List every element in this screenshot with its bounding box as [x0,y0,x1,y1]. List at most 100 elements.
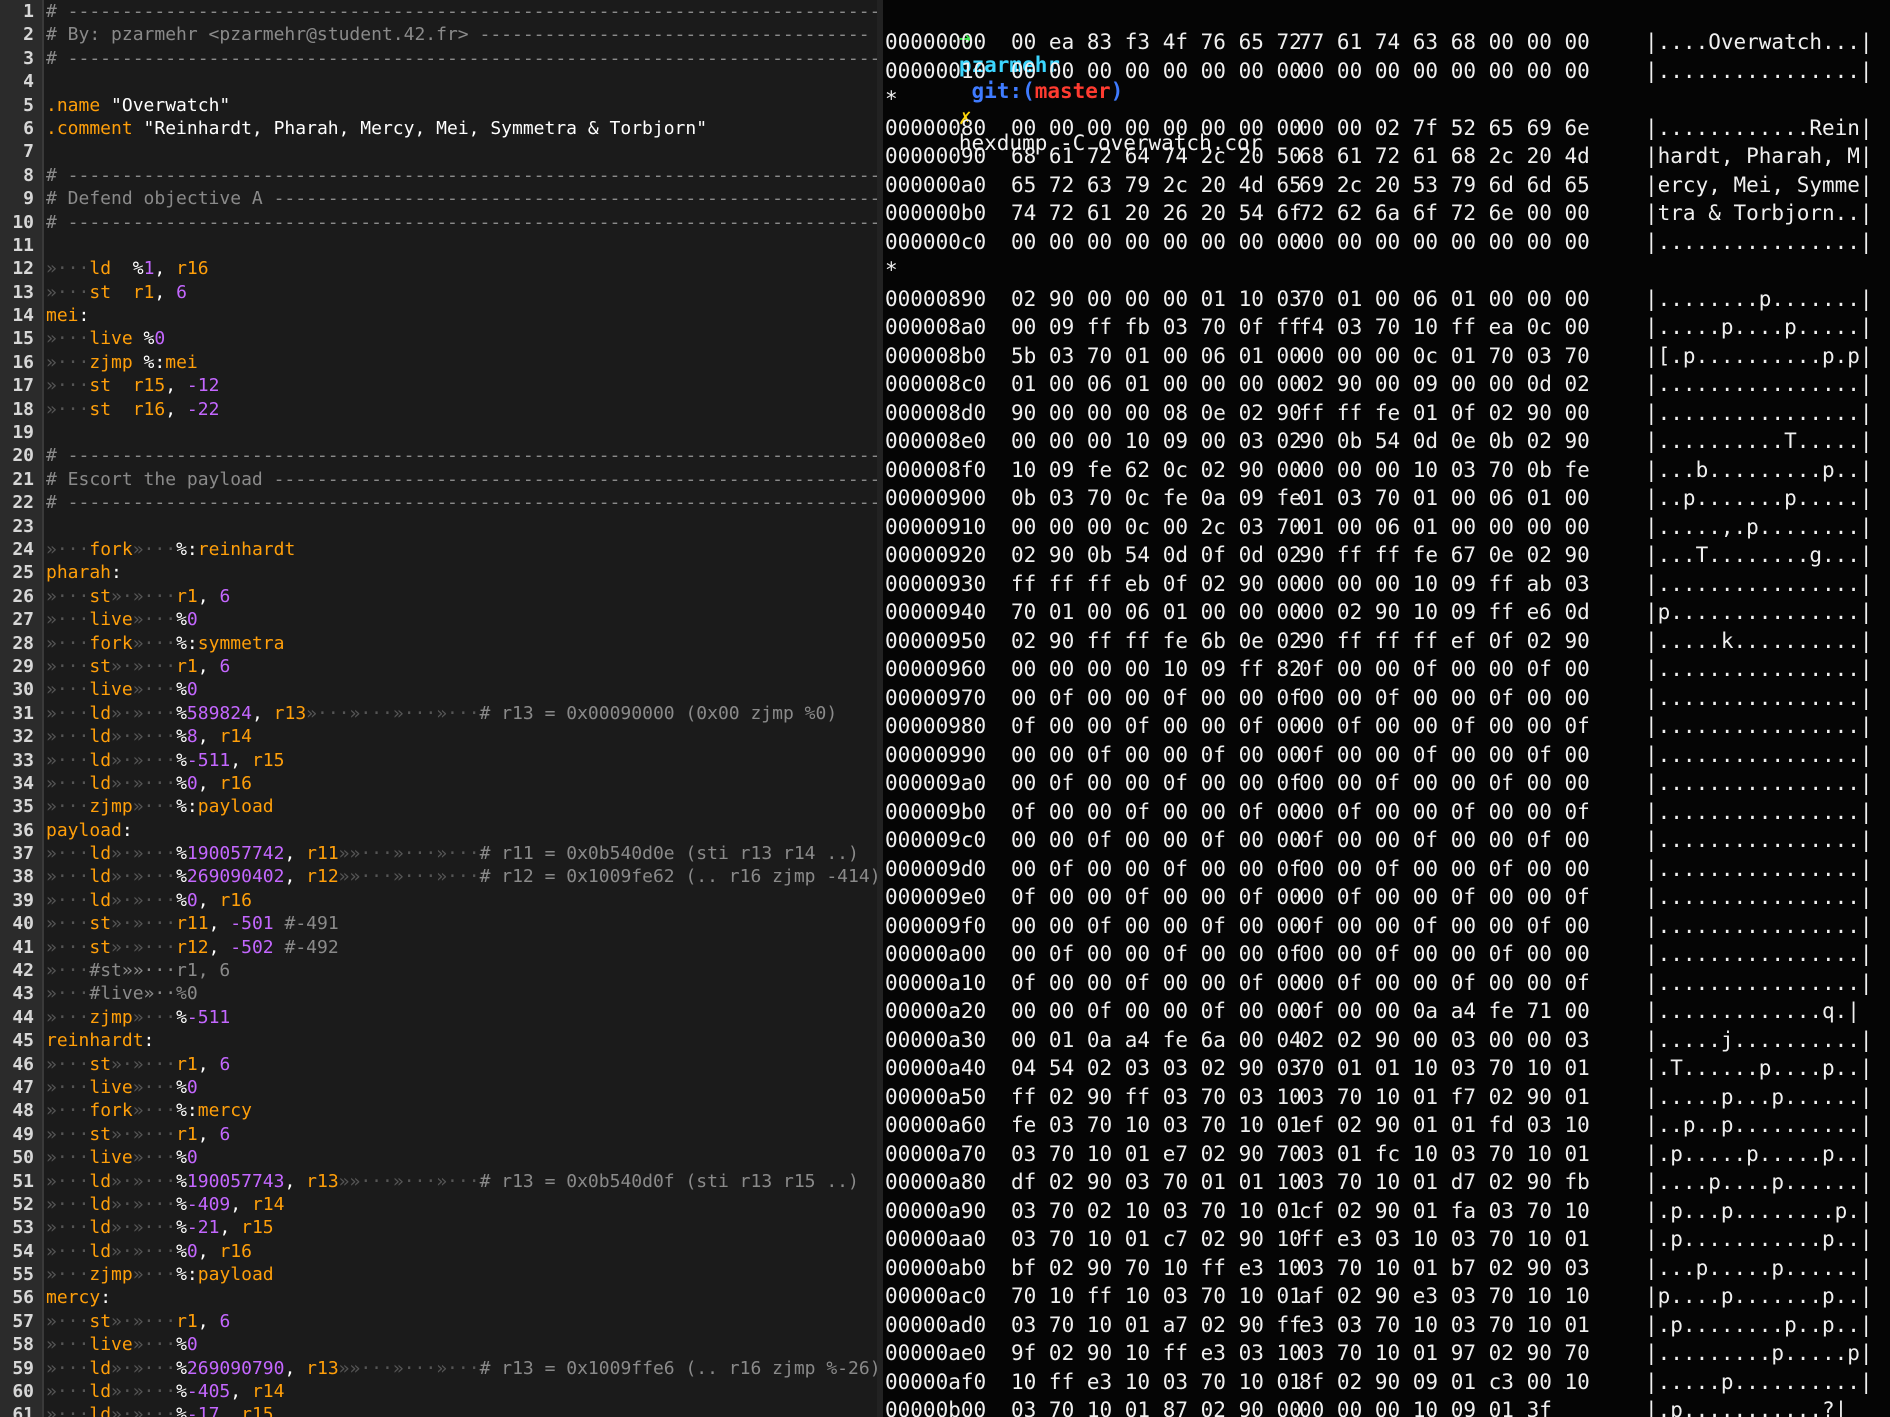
code-token: »··· [46,375,90,397]
terminal-pane[interactable]: ➜ pzarmehr git:(master) ✗ hexdump -C ove… [883,0,1890,1417]
editor-line[interactable]: 25 pharah: [0,561,877,584]
hex-bytes-1: 65 72 63 79 2c 20 4d 65 [1011,172,1302,197]
hexdump-row: 00000080 00 00 00 00 00 00 00 00 00 00 02 … [883,114,1890,143]
code-token: #live»··%0 [89,983,198,1005]
editor-line[interactable]: 1 # -------------------------------------… [0,0,877,23]
code-token: % [176,1076,187,1098]
editor-line[interactable]: 3 # -------------------------------------… [0,47,877,70]
code-token: st [89,655,112,677]
editor-line[interactable]: 43 »···#live»··%0 [0,982,877,1005]
editor-line[interactable]: 8 # -------------------------------------… [0,164,877,187]
hex-bytes-2: 70 01 01 10 03 70 10 01 [1299,1056,1590,1080]
line-number: 49 [12,1123,34,1145]
editor-line[interactable]: 58 »···live»···%0 [0,1333,877,1356]
editor-line[interactable]: 7 [0,140,877,163]
editor-line[interactable]: 39 »···ld»·»···%0, r16 [0,889,877,912]
editor-line[interactable]: 17 »···st r15, -12 [0,374,877,397]
code-token: , [284,866,307,888]
code-token: »··· [46,1310,90,1332]
code-token: r1 [132,281,155,303]
editor-line[interactable]: 32 »···ld»·»···%8, r14 [0,725,877,748]
editor-line[interactable]: 51 »···ld»·»···%190057743, r13»»···»···»·… [0,1170,877,1193]
editor-line[interactable]: 15 »···live %0 [0,327,877,350]
code-token: »··· [46,1076,90,1098]
editor-line[interactable]: 5 .name "Overwatch" [0,94,877,117]
hex-bytes-1: 03 70 10 01 c7 02 90 10 [1011,1227,1302,1251]
code-token: , [230,1381,252,1403]
editor-line[interactable]: 61 »···ld»·»···%-17, r15 [0,1403,877,1417]
editor-line[interactable]: 55 »···zjmp»···%:payload [0,1263,877,1286]
editor-line[interactable]: 13 »···st r1, 6 [0,281,877,304]
editor-line[interactable]: 12 »···ld %1, r16 [0,257,877,280]
editor-line[interactable]: 30 »···live»···%0 [0,678,877,701]
editor-line[interactable]: 14 mei: [0,304,877,327]
editor-line[interactable]: 16 »···zjmp %:mei [0,351,877,374]
code-token: »···»···»···»··· [306,702,480,724]
hex-bytes-2: 90 ff ff ff ef 0f 02 90 [1299,628,1590,653]
code-token: payload [197,1264,274,1286]
editor-line[interactable]: 31 »···ld»·»···%589824, r13»···»···»···»·… [0,702,877,725]
editor-line[interactable]: 37 »···ld»·»···%190057742, r11»»···»···»·… [0,842,877,865]
code-token: ld [89,258,133,280]
code-text: .comment "Reinhardt, Pharah, Mercy, Mei,… [46,117,707,140]
editor-line[interactable]: 45 reinhardt: [0,1029,877,1052]
editor-line[interactable]: 21 # Escort the payload -----------------… [0,468,877,491]
editor-line[interactable]: 42 »···#st»»···r1, 6 [0,959,877,982]
code-token: »··· [46,983,90,1005]
editor-line[interactable]: 2 # By: pzarmehr <pzarmehr@student.42.fr>… [0,23,877,46]
editor-line[interactable]: 44 »···zjmp»···%-511 [0,1006,877,1029]
editor-line[interactable]: 56 mercy: [0,1286,877,1309]
editor-line[interactable]: 4 [0,70,877,93]
code-token: ld [89,1357,112,1379]
editor-line[interactable]: 10 # ------------------------------------… [0,211,877,234]
code-token: r12 [176,936,209,958]
editor-line[interactable]: 6 .comment "Reinhardt, Pharah, Mercy, Mei… [0,117,877,140]
editor-line[interactable]: 54 »···ld»·»···%0, r16 [0,1240,877,1263]
editor-line[interactable]: 27 »···live»···%0 [0,608,877,631]
editor-line[interactable]: 52 »···ld»·»···%-409, r14 [0,1193,877,1216]
editor-line[interactable]: 29 »···st»·»···r1, 6 [0,655,877,678]
editor-line[interactable]: 19 [0,421,877,444]
editor-line[interactable]: 18 »···st r16, -22 [0,398,877,421]
editor-line[interactable]: 50 »···live»···%0 [0,1146,877,1169]
code-text: »···st»·»···r1, 6 [46,1123,230,1146]
editor-line[interactable]: 11 [0,234,877,257]
editor-line[interactable]: 22 # ------------------------------------… [0,491,877,514]
code-token: # r13 = 0x1009ffe6 (.. r16 zjmp %-26) [479,1357,877,1379]
code-text: »···ld»·»···%269090402, r12»»···»···»···… [46,865,877,888]
editor-line[interactable]: 48 »···fork»···%:mercy [0,1099,877,1122]
editor-line[interactable]: 28 »···fork»···%:symmetra [0,632,877,655]
editor-line[interactable]: 47 »···live»···%0 [0,1076,877,1099]
editor-line[interactable]: 49 »···st»·»···r1, 6 [0,1123,877,1146]
editor-line[interactable]: 26 »···st»·»···r1, 6 [0,585,877,608]
hex-bytes-1: 00 00 00 00 00 00 00 00 [1011,115,1302,140]
code-token: ld [89,726,112,748]
editor-line[interactable]: 20 # ------------------------------------… [0,444,877,467]
editor-line[interactable]: 34 »···ld»·»···%0, r16 [0,772,877,795]
code-token: , [284,1357,307,1379]
editor-line[interactable]: 40 »···st»·»···r11, -501 #-491 [0,912,877,935]
code-editor-pane[interactable]: 1 # -------------------------------------… [0,0,877,1417]
editor-line[interactable]: 9 # Defend objective A ------------------… [0,187,877,210]
code-token: -511 [186,749,231,771]
editor-line[interactable]: 33 »···ld»·»···%-511, r15 [0,749,877,772]
code-token: 269090790 [186,1357,285,1379]
editor-line[interactable]: 24 »···fork»···%:reinhardt [0,538,877,561]
editor-lines[interactable]: 1 # -------------------------------------… [0,0,877,1417]
editor-line[interactable]: 60 »···ld»·»···%-405, r14 [0,1380,877,1403]
editor-line[interactable]: 35 »···zjmp»···%:payload [0,795,877,818]
line-number: 14 [12,305,34,327]
editor-line[interactable]: 53 »···ld»·»···%-21, r15 [0,1216,877,1239]
editor-line[interactable]: 46 »···st»·»···r1, 6 [0,1053,877,1076]
editor-line[interactable]: 41 »···st»·»···r12, -502 #-492 [0,936,877,959]
hex-ascii: |.....k..........| [1645,628,1873,653]
editor-line[interactable]: 57 »···st»·»···r1, 6 [0,1310,877,1333]
code-token: st [89,1310,112,1332]
editor-line[interactable]: 23 [0,515,877,538]
code-token: -405 [186,1381,231,1403]
hex-bytes-1: 03 70 10 01 a7 02 90 ff [1011,1312,1302,1337]
hexdump-row: 000000a0 65 72 63 79 2c 20 4d 65 69 2c 20 … [883,171,1890,200]
editor-line[interactable]: 38 »···ld»·»···%269090402, r12»»···»···»·… [0,865,877,888]
editor-line[interactable]: 59 »···ld»·»···%269090790, r13»»···»···»·… [0,1357,877,1380]
editor-line[interactable]: 36 payload: [0,819,877,842]
